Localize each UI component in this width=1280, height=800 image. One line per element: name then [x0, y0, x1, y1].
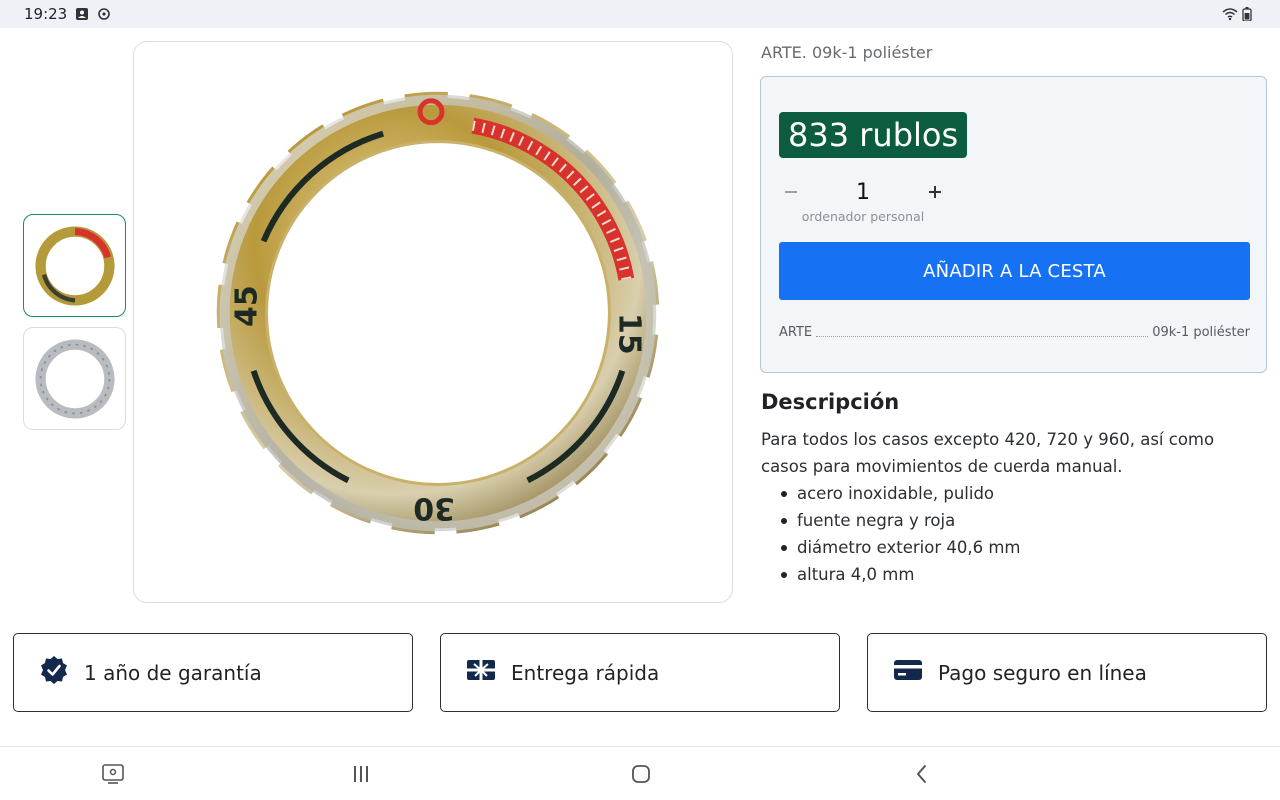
status-time: 19:23	[24, 5, 68, 23]
purchase-box: 833 rublos 1 ordenador personal AÑADIR A…	[760, 76, 1267, 373]
spec-dotted-leader	[816, 336, 1149, 337]
list-item: fuente negra y roja	[779, 507, 1021, 534]
quantity-stepper: 1 ordenador personal	[779, 177, 947, 229]
bezel-number-15: 15	[611, 313, 646, 355]
feature-fast-delivery: Entrega rápida	[440, 633, 840, 712]
description-title: Descripción	[761, 390, 900, 414]
back-chevron-icon	[917, 765, 926, 783]
bezel-thumbnail-image	[34, 338, 115, 419]
bezel-number-45: 45	[230, 285, 265, 327]
recent-apps-icon	[354, 766, 368, 782]
spec-row: ARTE 09k-1 poliéster	[779, 320, 1250, 340]
home-icon	[632, 765, 650, 783]
price-badge: 833 rublos	[779, 112, 968, 158]
description-bullets: acero inoxidable, pulido fuente negra y …	[779, 480, 1021, 588]
quantity-value[interactable]: 1	[843, 177, 883, 209]
article-number: ARTE. 09k-1 poliéster	[761, 43, 933, 62]
battery-icon	[1242, 7, 1256, 22]
system-navigation-bar	[0, 746, 1280, 800]
description-text: Para todos los casos excepto 420, 720 y …	[761, 430, 1215, 476]
home-button[interactable]	[628, 761, 654, 787]
feature-warranty: 1 año de garantía	[13, 633, 413, 712]
screenshot-button[interactable]	[100, 761, 126, 787]
spec-value: 09k-1 poliéster	[1152, 325, 1250, 340]
quantity-decrease-button[interactable]	[779, 179, 803, 207]
feature-label: 1 año de garantía	[84, 660, 262, 685]
feature-label: Entrega rápida	[511, 660, 660, 685]
list-item: diámetro exterior 40,6 mm	[779, 534, 1021, 561]
main-product-image[interactable]: 15 30 45	[133, 41, 733, 603]
quantity-increase-button[interactable]	[923, 179, 947, 207]
status-bar: 19:23	[0, 0, 1280, 28]
plus-icon	[929, 186, 941, 198]
thumbnail-bezel-colored[interactable]	[23, 214, 126, 317]
list-item: acero inoxidable, pulido	[779, 480, 1021, 507]
quantity-unit-label: ordenador personal	[801, 209, 925, 224]
bezel-thumbnail-image	[34, 225, 115, 306]
screen-capture-icon	[102, 764, 124, 784]
minus-icon	[785, 191, 797, 193]
thumbnail-bezel-silver[interactable]	[23, 327, 126, 430]
wifi-icon	[1222, 7, 1238, 21]
recent-apps-button[interactable]	[348, 761, 374, 787]
add-to-cart-button[interactable]: AÑADIR A LA CESTA	[779, 242, 1250, 300]
refresh-notification-icon	[97, 7, 111, 21]
list-item: altura 4,0 mm	[779, 561, 1021, 588]
spec-label: ARTE	[779, 325, 813, 340]
watch-bezel-image: 15 30 45	[210, 85, 666, 541]
verified-badge-icon	[38, 654, 70, 691]
image-notification-icon	[75, 7, 89, 21]
credit-card-icon	[892, 654, 924, 691]
bezel-number-30: 30	[413, 490, 455, 525]
feature-secure-payment: Pago seguro en línea	[867, 633, 1267, 712]
back-button[interactable]	[909, 761, 935, 787]
feature-label: Pago seguro en línea	[938, 660, 1147, 685]
thumbnail-list	[23, 214, 126, 440]
gift-box-icon	[465, 654, 497, 691]
